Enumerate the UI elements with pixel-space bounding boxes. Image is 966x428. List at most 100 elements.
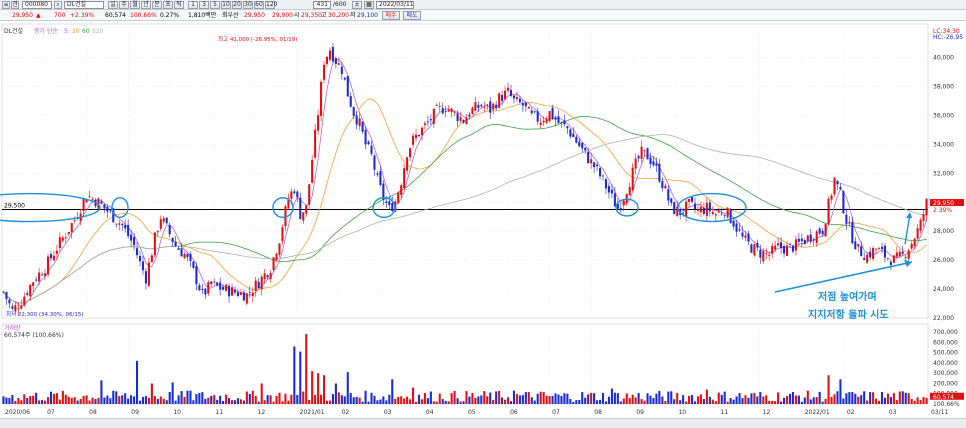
candle-body	[815, 231, 818, 243]
candle-body	[780, 242, 783, 249]
candle-body	[649, 157, 652, 164]
volume-bar	[518, 395, 521, 404]
candle-body	[201, 289, 204, 291]
y-tick-label: 26,000	[933, 257, 954, 264]
volume-bar	[922, 397, 925, 404]
candle-body	[824, 223, 827, 237]
hline-value-label: 29,500	[4, 203, 25, 210]
volume-bar	[325, 400, 329, 404]
candle-body	[257, 281, 260, 289]
volume-bar	[334, 383, 337, 404]
x-tick-label: 09	[636, 409, 644, 416]
volume-bar	[717, 392, 720, 404]
x-tick-label: 07	[47, 409, 55, 416]
volume-bar	[222, 400, 225, 404]
volume-bar	[916, 397, 919, 404]
x-tick-label: 11	[215, 409, 223, 416]
volume-bar	[664, 401, 667, 404]
support-ellipse	[272, 197, 294, 219]
volume-bar	[495, 391, 498, 404]
volume-y-tick-label: 200,000	[933, 380, 958, 387]
volume-bar	[655, 393, 658, 404]
candle-body	[412, 135, 415, 145]
candle-body	[738, 229, 741, 231]
candle-body	[590, 159, 593, 164]
candle-body	[248, 292, 251, 293]
volume-bar	[435, 401, 438, 404]
volume-bar	[634, 397, 637, 404]
candle-body	[471, 107, 474, 114]
volume-bar	[640, 399, 643, 404]
candle-body	[643, 150, 646, 151]
chart-title: DL건설	[4, 27, 23, 35]
candle-body	[783, 246, 786, 254]
volume-bar	[100, 380, 103, 404]
candle-body	[809, 234, 812, 242]
volume-bar	[429, 391, 432, 404]
legend-ma20: 20	[72, 28, 80, 35]
volume-bar	[863, 391, 866, 404]
volume-bar	[560, 395, 563, 404]
volume-bar	[762, 396, 765, 404]
volume-bar	[49, 391, 53, 404]
volume-bar	[406, 396, 409, 404]
volume-bar	[438, 393, 441, 404]
candle-body	[213, 281, 216, 283]
volume-bar	[91, 397, 94, 404]
volume-bar	[584, 397, 587, 404]
candle-body	[898, 251, 901, 256]
volume-bar	[352, 397, 355, 404]
volume-bar	[382, 396, 385, 404]
volume-bar	[904, 392, 907, 404]
volume-bar	[174, 400, 177, 404]
volume-bar	[509, 401, 513, 404]
price-chart[interactable]: 40,00038,00036,00034,00032,00030,00028,0…	[0, 0, 966, 428]
candle-body	[578, 141, 581, 147]
scroll-bar[interactable]	[0, 418, 966, 428]
volume-bar	[165, 400, 168, 404]
volume-bar	[536, 393, 539, 404]
candle-body	[73, 220, 76, 222]
y-tick-label: 40,000	[933, 55, 954, 62]
volume-bar	[385, 400, 388, 404]
volume-bar	[41, 400, 44, 404]
volume-bar	[275, 395, 278, 404]
candle-body	[596, 164, 599, 167]
volume-bar	[281, 401, 284, 404]
volume-bar	[492, 400, 495, 404]
candle-body	[320, 81, 323, 116]
candle-body	[907, 250, 910, 259]
candle-body	[889, 261, 892, 266]
candle-body	[406, 157, 409, 171]
volume-bar	[115, 391, 118, 404]
volume-bar	[625, 393, 628, 404]
volume-bar	[85, 395, 88, 404]
candle-body	[886, 258, 889, 260]
volume-bar	[599, 399, 602, 404]
candle-body	[290, 191, 293, 199]
volume-bar	[670, 391, 673, 404]
high-annotation: 최고 41,000 (-26.95%, 01/19)	[218, 35, 297, 43]
candle-body	[370, 145, 373, 154]
volume-bar	[747, 397, 750, 404]
volume-bar	[480, 395, 483, 404]
candle-body	[118, 223, 121, 225]
candle-body	[251, 292, 254, 297]
candle-body	[299, 197, 302, 220]
candle-body	[539, 122, 542, 125]
candle-body	[717, 211, 720, 213]
volume-bar	[328, 400, 331, 404]
candle-body	[266, 275, 269, 278]
volume-value-label: 60,574주 (100.66%)	[4, 332, 64, 339]
candle-body	[895, 252, 898, 257]
x-tick-label: 03/11	[931, 409, 948, 416]
volume-bar	[791, 392, 794, 404]
candle-body	[521, 103, 524, 106]
candle-body	[269, 273, 272, 280]
candle-body	[38, 272, 41, 282]
volume-bar	[613, 392, 616, 404]
x-tick-label: 09	[131, 409, 139, 416]
candle-body	[438, 106, 441, 107]
volume-bar	[824, 398, 827, 404]
candle-body	[317, 115, 320, 131]
